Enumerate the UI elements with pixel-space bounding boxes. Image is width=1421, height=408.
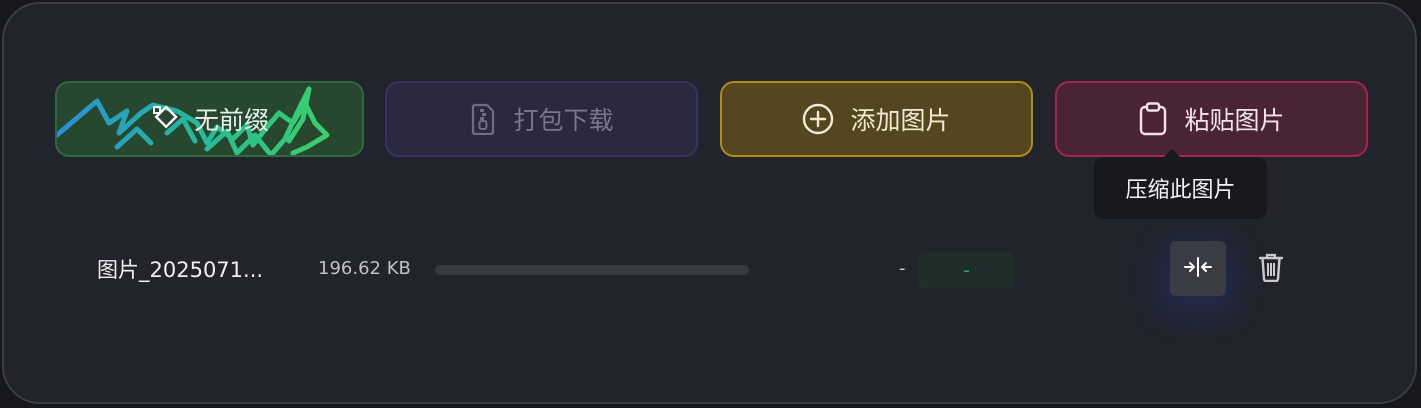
compress-tooltip: 压缩此图片 <box>1094 149 1267 219</box>
clipboard-icon <box>1138 102 1168 136</box>
zip-file-icon <box>469 103 497 135</box>
no-prefix-label: 无前缀 <box>193 106 269 135</box>
trash-icon <box>1258 252 1284 286</box>
compressed-size: - <box>899 258 906 279</box>
add-image-button[interactable]: 添加图片 <box>720 81 1033 157</box>
add-image-label: 添加图片 <box>850 106 951 135</box>
delete-button[interactable] <box>1254 252 1288 286</box>
plus-circle-icon <box>802 103 834 135</box>
compress-progress-bar <box>435 265 749 275</box>
file-name: 图片_2025071... <box>97 258 264 282</box>
zip-download-label: 打包下载 <box>513 106 614 135</box>
saving-badge: - <box>918 252 1015 288</box>
paste-image-label: 粘贴图片 <box>1184 106 1285 135</box>
file-size: 196.62 KB <box>318 258 411 279</box>
compress-button[interactable] <box>1170 241 1226 296</box>
no-prefix-button[interactable]: 无前缀 <box>55 81 364 157</box>
paste-image-button[interactable]: 粘贴图片 <box>1055 81 1368 157</box>
compress-arrows-icon <box>1183 255 1213 283</box>
tag-icon <box>150 104 180 134</box>
zip-download-button[interactable]: 打包下载 <box>385 81 698 157</box>
